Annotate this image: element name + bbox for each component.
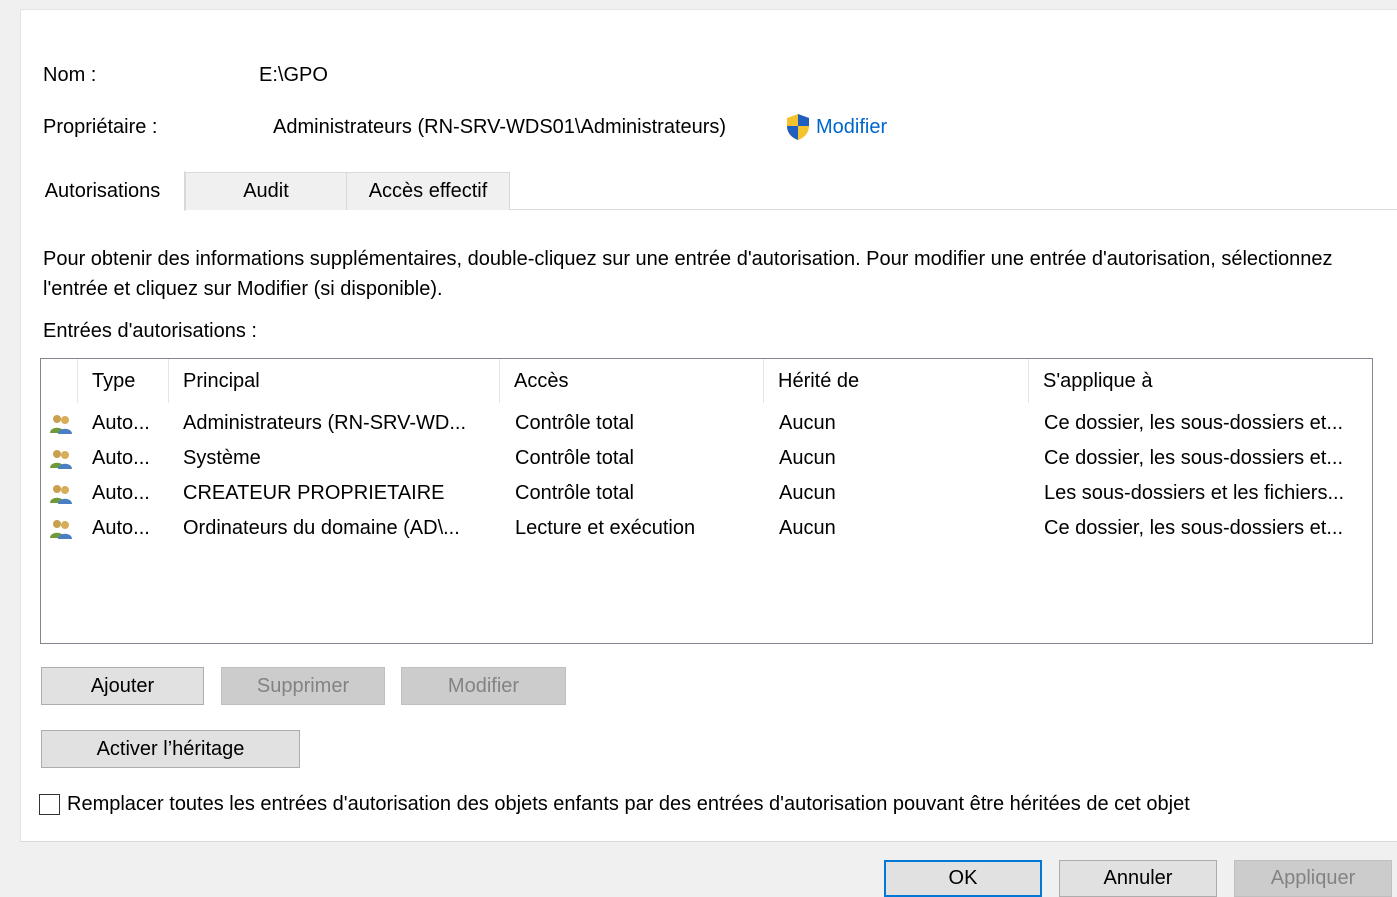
row-applies-to: Les sous-dossiers et les fichiers... xyxy=(1044,482,1345,504)
row-principal: Système xyxy=(183,447,261,469)
add-button[interactable]: Ajouter xyxy=(41,667,204,705)
row-type: Auto... xyxy=(92,517,150,539)
row-applies-to: Ce dossier, les sous-dossiers et... xyxy=(1044,517,1344,539)
row-principal: CREATEUR PROPRIETAIRE xyxy=(183,482,445,504)
row-access: Lecture et exécution xyxy=(515,517,696,539)
tab-audit[interactable]: Audit xyxy=(185,172,347,210)
security-settings-dialog: Nom : E:\GPO Propriétaire : Administrate… xyxy=(0,0,1397,897)
instructions-text: Pour obtenir des informations supplément… xyxy=(43,248,1333,300)
row-inherited-from: Aucun xyxy=(779,447,836,469)
column-header-icon[interactable] xyxy=(41,359,78,403)
row-type: Auto... xyxy=(92,412,150,434)
users-icon xyxy=(49,476,73,511)
row-type: Auto... xyxy=(92,447,150,469)
row-principal: Ordinateurs du domaine (AD\... xyxy=(183,517,460,539)
delete-button[interactable]: Supprimer xyxy=(221,667,385,705)
change-owner-label: Modifier xyxy=(816,115,888,138)
row-inherited-from: Aucun xyxy=(779,482,836,504)
list-header: Type Principal Accès Hérité de S'appliqu… xyxy=(41,359,1372,403)
column-header-type[interactable]: Type xyxy=(78,359,169,403)
owner-label: Propriétaire : xyxy=(43,116,158,138)
column-header-principal[interactable]: Principal xyxy=(169,359,500,403)
permissions-panel: Nom : E:\GPO Propriétaire : Administrate… xyxy=(20,9,1397,842)
row-principal: Administrateurs (RN-SRV-WD... xyxy=(183,412,467,434)
tab-effective-access[interactable]: Accès effectif xyxy=(346,172,510,210)
list-item[interactable]: Auto... Administrateurs (RN-SRV-WD... Co… xyxy=(41,406,1372,441)
list-item[interactable]: Auto... Système Contrôle total Aucun Ce … xyxy=(41,441,1372,476)
row-applies-to: Ce dossier, les sous-dossiers et... xyxy=(1044,447,1344,469)
column-header-access[interactable]: Accès xyxy=(500,359,764,403)
row-access: Contrôle total xyxy=(515,412,634,434)
list-item[interactable]: Auto... Ordinateurs du domaine (AD\... L… xyxy=(41,511,1372,546)
permission-entries-label: Entrées d'autorisations : xyxy=(43,320,257,342)
column-header-applies-to[interactable]: S'applique à xyxy=(1029,359,1372,403)
tab-permissions[interactable]: Autorisations xyxy=(21,171,185,211)
users-icon xyxy=(49,441,73,476)
row-applies-to: Ce dossier, les sous-dossiers et... xyxy=(1044,412,1344,434)
owner-value: Administrateurs (RN-SRV-WDS01\Administra… xyxy=(273,116,727,138)
enable-inheritance-button[interactable]: Activer l’héritage xyxy=(41,730,300,768)
list-item[interactable]: Auto... CREATEUR PROPRIETAIRE Contrôle t… xyxy=(41,476,1372,511)
change-owner-link[interactable]: Modifier xyxy=(785,113,887,141)
uac-shield-icon xyxy=(785,113,811,141)
replace-child-permissions-label: Remplacer toutes les entrées d'autorisat… xyxy=(67,793,1190,815)
users-icon xyxy=(49,406,73,441)
replace-child-permissions-option[interactable]: Remplacer toutes les entrées d'autorisat… xyxy=(39,793,1190,816)
modify-button[interactable]: Modifier xyxy=(401,667,566,705)
row-inherited-from: Aucun xyxy=(779,517,836,539)
row-access: Contrôle total xyxy=(515,447,634,469)
cancel-button[interactable]: Annuler xyxy=(1059,860,1217,897)
column-header-inherited-from[interactable]: Hérité de xyxy=(764,359,1029,403)
row-type: Auto... xyxy=(92,482,150,504)
name-value: E:\GPO xyxy=(259,64,328,86)
name-label: Nom : xyxy=(43,64,97,86)
ok-button[interactable]: OK xyxy=(884,860,1042,897)
tab-strip: Autorisations Audit Accès effectif xyxy=(21,171,1397,211)
row-access: Contrôle total xyxy=(515,482,634,504)
permission-entries-list[interactable]: Type Principal Accès Hérité de S'appliqu… xyxy=(40,358,1373,644)
users-icon xyxy=(49,511,73,546)
replace-child-permissions-checkbox[interactable] xyxy=(39,794,60,815)
apply-button[interactable]: Appliquer xyxy=(1234,860,1392,897)
row-inherited-from: Aucun xyxy=(779,412,836,434)
